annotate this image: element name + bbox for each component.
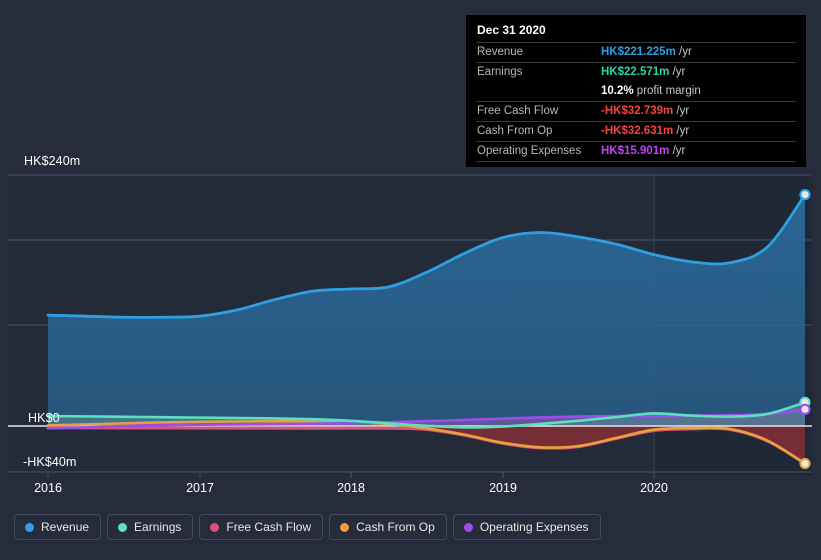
- x-axis-label-2017: 2017: [186, 481, 214, 495]
- legend-item-cash-from-op[interactable]: Cash From Op: [329, 514, 447, 540]
- tooltip-value-amount: -HK$32.739m: [601, 105, 674, 117]
- legend-item-earnings[interactable]: Earnings: [107, 514, 194, 540]
- tooltip-value-unit: /yr: [673, 125, 690, 137]
- legend-color-dot-icon: [25, 522, 34, 532]
- chart-tooltip: Dec 31 2020 Revenue HK$221.225m /yr Earnin…: [466, 15, 806, 167]
- tooltip-row-value: -HK$32.739m /yr: [600, 101, 796, 122]
- tooltip-value-unit: /yr: [669, 145, 686, 157]
- tooltip-value-amount: 10.2%: [601, 85, 634, 97]
- x-axis-label-2016: 2016: [34, 481, 62, 495]
- legend-item-label: Operating Expenses: [479, 520, 589, 534]
- legend-item-free-cash-flow[interactable]: Free Cash Flow: [199, 514, 324, 540]
- y-axis-label-top: HK$240m: [24, 154, 81, 168]
- tooltip-value-amount: HK$22.571m: [601, 66, 670, 78]
- revenue-endpoint-marker: [799, 189, 811, 201]
- tooltip-row-label: Revenue: [476, 42, 600, 63]
- tooltip-row-value: HK$15.901m /yr: [600, 141, 796, 162]
- y-axis-label-bottom: -HK$40m: [23, 455, 77, 469]
- financial-chart-widget: HK$240m HK$0 -HK$40m 2016 2017 2018 2019…: [0, 0, 821, 560]
- tooltip-value-amount: -HK$32.631m: [601, 125, 674, 137]
- tooltip-row: 10.2% profit margin: [476, 82, 796, 102]
- tooltip-row-value: 10.2% profit margin: [600, 82, 796, 102]
- legend-item-operating-expenses[interactable]: Operating Expenses: [452, 514, 601, 540]
- tooltip-value-amount: HK$221.225m: [601, 46, 676, 58]
- legend-color-dot-icon: [118, 522, 128, 532]
- operating-expenses-endpoint-marker: [799, 403, 811, 415]
- tooltip-row-label: [476, 82, 600, 102]
- legend-color-dot-icon: [340, 522, 350, 532]
- tooltip-row: Operating Expenses HK$15.901m /yr: [476, 141, 796, 162]
- legend-item-label: Earnings: [134, 520, 182, 534]
- tooltip-value-unit: /yr: [675, 46, 692, 58]
- legend-item-label: Free Cash Flow: [226, 520, 312, 534]
- tooltip-row-value: HK$221.225m /yr: [600, 42, 796, 63]
- y-axis-label-zero: HK$0: [28, 411, 60, 425]
- tooltip-row-label: Free Cash Flow: [476, 101, 600, 122]
- legend-color-dot-icon: [463, 522, 473, 532]
- legend-item-label: Cash From Op: [356, 520, 435, 534]
- tooltip-row: Cash From Op -HK$32.631m /yr: [476, 121, 796, 142]
- cash-from-op-endpoint-marker: [799, 457, 811, 470]
- x-axis-label-2020: 2020: [640, 481, 668, 495]
- tooltip-value-unit: profit margin: [633, 85, 701, 97]
- tooltip-row-value: HK$22.571m /yr: [600, 62, 796, 82]
- tooltip-row-label: Earnings: [476, 62, 600, 82]
- tooltip-row: Revenue HK$221.225m /yr: [476, 42, 796, 63]
- tooltip-row: Free Cash Flow -HK$32.739m /yr: [476, 101, 796, 122]
- tooltip-date: Dec 31 2020: [477, 23, 546, 37]
- chart-legend: Revenue Earnings Free Cash Flow Cash From O…: [14, 514, 601, 540]
- tooltip-row-value: -HK$32.631m /yr: [600, 121, 796, 142]
- tooltip-value-unit: /yr: [673, 105, 690, 117]
- tooltip-row-label: Operating Expenses: [476, 141, 600, 162]
- tooltip-row: Earnings HK$22.571m /yr: [476, 62, 796, 82]
- tooltip-value-amount: HK$15.901m: [601, 145, 670, 157]
- tooltip-row-label: Cash From Op: [476, 121, 600, 142]
- tooltip-value-unit: /yr: [669, 66, 686, 78]
- legend-item-revenue[interactable]: Revenue: [14, 514, 102, 540]
- x-axis-label-2019: 2019: [489, 481, 517, 495]
- tooltip-table: Revenue HK$221.225m /yr Earnings HK$22.571m…: [476, 42, 796, 162]
- x-axis-label-2018: 2018: [337, 481, 365, 495]
- legend-color-dot-icon: [210, 522, 220, 532]
- legend-item-label: Revenue: [41, 520, 90, 534]
